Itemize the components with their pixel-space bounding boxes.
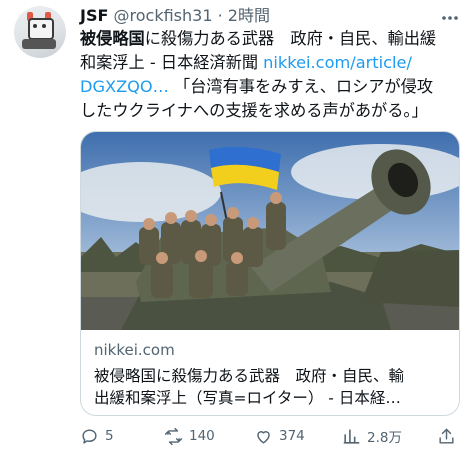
views-count: 2.8万 <box>367 430 402 446</box>
tweet-bold-keyword: 被侵略国 <box>80 29 145 48</box>
retweet-button[interactable]: 140 <box>164 424 215 448</box>
tweet-line-3-text: 「台湾有事をみすえ、ロシアが侵攻 <box>168 77 434 96</box>
like-button[interactable]: 374 <box>254 424 305 448</box>
author-handle[interactable]: @rockfish31 <box>114 6 213 25</box>
tweet-line-3: DGXZQO… 「台湾有事をみすえ、ロシアが侵攻 <box>80 75 465 99</box>
avatar-robot-head <box>28 18 54 40</box>
tweet-header: JSF @rockfish31 · 2時間 <box>80 5 270 27</box>
article-link-part2[interactable]: DGXZQO… <box>80 77 169 96</box>
retweet-icon <box>164 427 183 445</box>
card-domain: nikkei.com <box>94 341 175 359</box>
card-title: 被侵略国に殺傷力ある武器 政府・自民、輸 出緩和案浮上（写真=ロイター） - 日… <box>94 365 449 409</box>
views-button[interactable]: 2.8万 <box>342 424 402 448</box>
reply-count: 5 <box>105 428 114 444</box>
share-button[interactable] <box>437 424 462 448</box>
article-link-part1[interactable]: nikkei.com/article/ <box>263 53 412 72</box>
reply-icon <box>82 428 97 444</box>
tweet-line-4: したウクライナへの支援を求める声があがる。」 <box>80 101 428 120</box>
avatar-robot-base <box>22 39 56 49</box>
tweet-text: 被侵略国に殺傷力ある武器 政府・自民、輸出緩 和案浮上 - 日本経済新聞 nik… <box>80 27 465 123</box>
card-title-line-2: 出緩和案浮上（写真=ロイター） - 日本経… <box>94 389 401 407</box>
link-card[interactable]: nikkei.com 被侵略国に殺傷力ある武器 政府・自民、輸 出緩和案浮上（写… <box>80 131 460 416</box>
views-icon <box>343 428 360 444</box>
tweet-line-2: 和案浮上 - 日本経済新聞 nikkei.com/article/ <box>80 51 465 75</box>
card-title-line-1: 被侵略国に殺傷力ある武器 政府・自民、輸 <box>94 367 405 385</box>
card-photo[interactable] <box>81 132 459 330</box>
tweet-line-2-text: 和案浮上 - 日本経済新聞 <box>80 53 264 72</box>
header-separator: · <box>217 6 223 25</box>
retweet-count: 140 <box>189 428 215 444</box>
avatar[interactable] <box>14 6 66 58</box>
author-name[interactable]: JSF <box>80 6 108 25</box>
tweet-line-1: 被侵略国に殺傷力ある武器 政府・自民、輸出緩 <box>80 27 465 51</box>
tweet-line-1-rest: に殺傷力ある武器 政府・自民、輸出緩 <box>144 29 437 48</box>
like-icon <box>257 430 270 444</box>
reply-button[interactable]: 5 <box>80 424 114 448</box>
tweet-actions: 5 140 374 2.8万 <box>80 424 465 448</box>
share-icon <box>439 428 454 444</box>
like-count: 374 <box>279 428 305 444</box>
tweet-time[interactable]: 2時間 <box>228 6 270 25</box>
